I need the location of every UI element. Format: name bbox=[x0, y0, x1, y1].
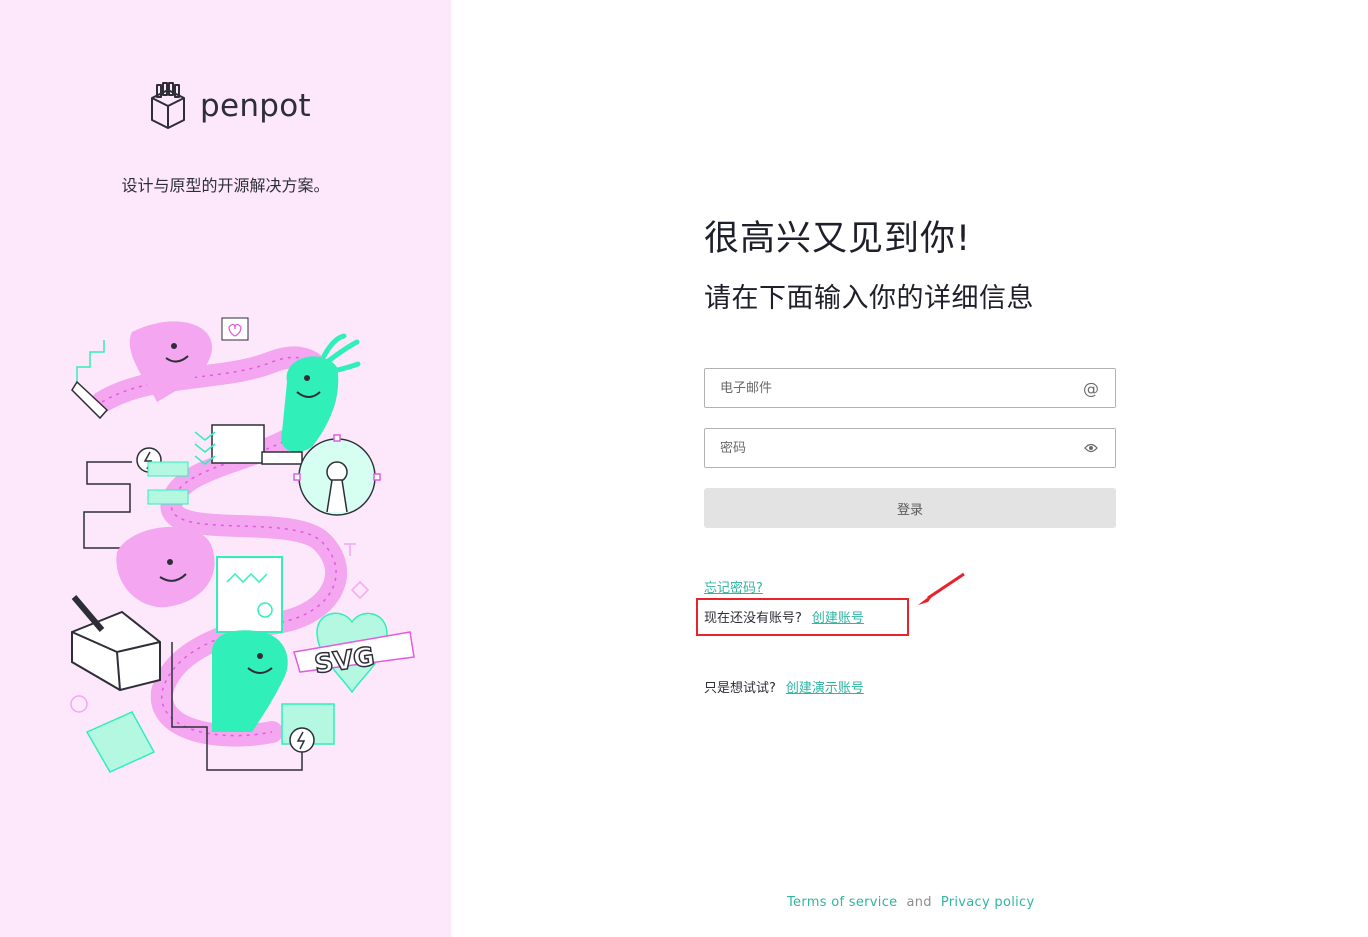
logo: penpot bbox=[148, 82, 311, 130]
login-button[interactable]: 登录 bbox=[704, 488, 1116, 528]
page-title: 很高兴又见到你! bbox=[704, 219, 972, 259]
password-field-wrapper bbox=[704, 428, 1116, 468]
annotation-arrow-icon bbox=[918, 572, 965, 605]
footer-and-text: and bbox=[906, 895, 932, 910]
page-subtitle: 请在下面输入你的详细信息 bbox=[704, 283, 1034, 314]
demo-row: 只是想试试? 创建演示账号 bbox=[704, 677, 864, 696]
penpot-logo-icon bbox=[151, 82, 185, 129]
try-text: 只是想试试? bbox=[704, 681, 776, 696]
forgot-password-link[interactable]: 忘记密码? bbox=[704, 577, 763, 596]
brand-name: penpot bbox=[200, 88, 311, 124]
email-field-wrapper: @ bbox=[704, 368, 1116, 408]
left-panel: penpot 设计与原型的开源解决方案。 SVG bbox=[0, 0, 451, 937]
annotation-highlight-box bbox=[696, 598, 909, 636]
eye-icon[interactable] bbox=[1082, 439, 1100, 457]
create-demo-account-link[interactable]: 创建演示账号 bbox=[786, 681, 864, 696]
at-icon: @ bbox=[1083, 378, 1099, 398]
email-field[interactable] bbox=[720, 380, 1082, 396]
footer: Terms of service and Privacy policy bbox=[787, 895, 1034, 910]
hero-illustration: SVG bbox=[70, 317, 415, 773]
tagline: 设计与原型的开源解决方案。 bbox=[121, 176, 330, 195]
privacy-policy-link[interactable]: Privacy policy bbox=[941, 895, 1035, 910]
terms-of-service-link[interactable]: Terms of service bbox=[787, 895, 897, 910]
password-field[interactable] bbox=[720, 440, 1082, 456]
